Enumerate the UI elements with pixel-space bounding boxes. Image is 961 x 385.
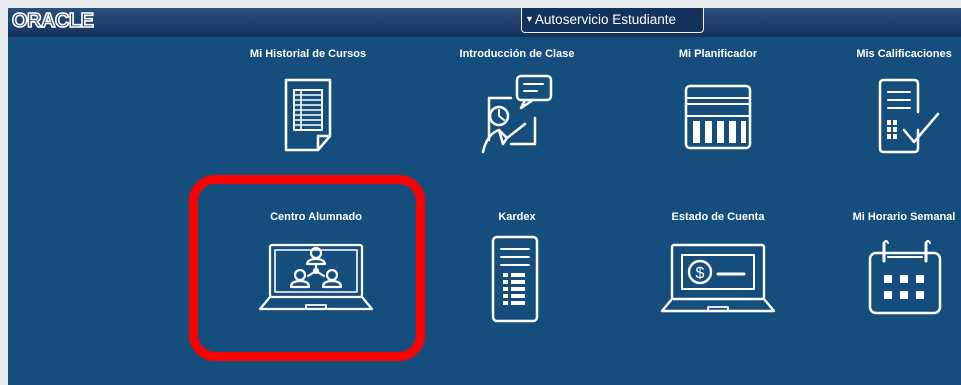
top-navigation-bar: ORACLE ▼Autoservicio Estudiante [8,8,961,37]
homepage-selector-label: Autoservicio Estudiante [534,12,676,27]
tile-title: Centro Alumnado [270,211,362,223]
tile-title: Kardex [498,211,536,223]
tile-title: Estado de Cuenta [671,211,765,223]
tile-mis-calificaciones[interactable]: Mis Calificaciones [819,40,961,190]
homepage-selector-dropdown[interactable]: ▼Autoservicio Estudiante [521,8,704,33]
student-center-laptop-icon [258,231,374,321]
account-statement-icon: $ [660,231,776,321]
tile-title: Mi Historial de Cursos [249,48,367,60]
planner-icon [678,68,758,158]
svg-text:$: $ [696,265,705,282]
tile-centro-alumnado[interactable]: Centro Alumnado [231,203,401,353]
kardex-document-icon [477,231,557,323]
tile-title: Mis Calificaciones [856,48,952,60]
tile-kardex[interactable]: Kardex [432,203,602,353]
tile-mi-planificador[interactable]: Mi Planificador [633,40,803,190]
course-history-document-icon [268,68,348,158]
app-window: ORACLE ▼Autoservicio Estudiante Mi Histo… [8,8,961,385]
grades-checklist-icon [864,68,944,158]
tile-estado-de-cuenta[interactable]: Estado de Cuenta $ [633,203,803,353]
tile-title: Mi Planificador [678,48,758,60]
tile-mi-historial-de-cursos[interactable]: Mi Historial de Cursos [223,40,393,190]
oracle-logo: ORACLE [10,9,140,33]
oracle-logo-text: ORACLE [12,11,94,31]
tile-mi-horario-semanal[interactable]: Mi Horario Semanal [819,203,961,353]
tile-title: Mi Horario Semanal [852,211,956,223]
weekly-calendar-icon [864,231,944,321]
homepage-content: Mi Historial de Cursos Introducción de C… [8,37,961,385]
tile-title: Introducción de Clase [459,48,575,60]
class-presentation-icon [477,68,557,158]
caret-down-icon: ▼ [525,14,534,24]
tile-introduccion-de-clase[interactable]: Introducción de Clase [432,40,602,190]
